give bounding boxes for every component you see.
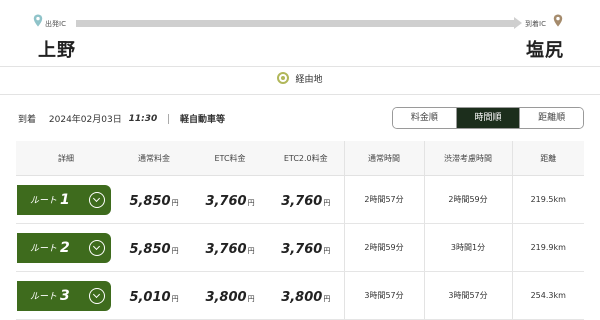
vehicle-type: 軽自動車等: [179, 115, 225, 125]
sort-tabs: 料金順 時間順 距離順: [392, 107, 584, 129]
route-label: ルート: [30, 244, 58, 254]
search-conditions: 到着 2024年02月03日 11:30 軽自動車等: [18, 112, 225, 125]
table-row: ルート 1 5,850円 3,760円 3,760円 2時間57分 2時間59分…: [16, 175, 584, 224]
currency-unit: 円: [171, 247, 179, 255]
sort-tab-price[interactable]: 料金順: [393, 108, 456, 128]
chevron-down-icon[interactable]: [89, 287, 105, 304]
currency-unit: 円: [323, 295, 331, 303]
route-1-button[interactable]: ルート 1: [17, 184, 111, 215]
route-3-button[interactable]: ルート 3: [17, 280, 111, 311]
via-point[interactable]: 経由地: [0, 72, 600, 85]
route-2-button[interactable]: ルート 2: [17, 232, 111, 263]
etc-fee: 3,760: [205, 242, 247, 257]
route-number: 3: [60, 287, 70, 304]
table-header-row: 詳細 通常料金 ETC料金 ETC2.0料金 通常時間 渋滞考慮時間 距離: [16, 141, 584, 176]
distance: 219.9km: [511, 223, 584, 272]
distance: 219.5km: [511, 175, 584, 224]
table-row: ルート 2 5,850円 3,760円 3,760円 2時間59分 3時間1分 …: [16, 223, 584, 272]
etc-fee: 3,800: [205, 290, 247, 305]
normal-time: 2時間59分: [343, 223, 424, 272]
distance: 254.3km: [511, 271, 584, 320]
via-point-icon: [277, 72, 290, 84]
condition-separator: [168, 113, 170, 124]
header-normal-fee: 通常料金: [116, 141, 192, 176]
normal-fee: 5,850: [129, 242, 171, 257]
header-jam-time: 渋滞考慮時間: [423, 141, 512, 176]
route-number: 1: [60, 191, 70, 208]
currency-unit: 円: [247, 247, 255, 255]
jam-time: 2時間59分: [423, 175, 512, 224]
arrival-mode: 到着: [18, 115, 37, 125]
currency-unit: 円: [171, 199, 179, 207]
normal-time: 3時間57分: [343, 271, 424, 320]
currency-unit: 円: [171, 295, 179, 303]
normal-fee: 5,010: [129, 290, 171, 305]
etc2-fee: 3,760: [281, 242, 323, 257]
end-city: 塩尻: [526, 40, 564, 61]
route-progress-bar: [76, 20, 516, 27]
currency-unit: 円: [323, 247, 331, 255]
currency-unit: 円: [247, 295, 255, 303]
chevron-down-icon[interactable]: [89, 191, 105, 208]
normal-time: 2時間57分: [343, 175, 424, 224]
sort-tab-time[interactable]: 時間順: [455, 108, 520, 128]
route-header: 出発IC 到着IC 上野 塩尻: [0, 0, 600, 66]
routes-table: 詳細 通常料金 ETC料金 ETC2.0料金 通常時間 渋滞考慮時間 距離 ルー…: [16, 141, 584, 320]
route-label: ルート: [30, 292, 58, 302]
sort-tab-distance[interactable]: 距離順: [519, 108, 583, 128]
table-row: ルート 3 5,010円 3,800円 3,800円 3時間57分 3時間57分…: [16, 271, 584, 320]
via-label: 経由地: [295, 75, 323, 85]
start-city: 上野: [38, 40, 76, 61]
header-etc-fee: ETC料金: [192, 141, 268, 176]
jam-time: 3時間1分: [423, 223, 512, 272]
currency-unit: 円: [323, 199, 331, 207]
header-distance: 距離: [511, 141, 584, 176]
start-ic-label: 出発IC: [45, 20, 66, 28]
etc-fee: 3,760: [205, 194, 247, 209]
header-divider: [0, 66, 600, 67]
via-divider: [0, 94, 600, 95]
search-time: 11:30: [128, 113, 158, 124]
route-number: 2: [60, 239, 70, 256]
start-pin-icon: [33, 14, 43, 27]
jam-time: 3時間57分: [423, 271, 512, 320]
etc2-fee: 3,800: [281, 290, 323, 305]
route-label: ルート: [30, 196, 58, 206]
header-normal-time: 通常時間: [343, 141, 424, 176]
end-ic-label: 到着IC: [525, 20, 546, 28]
search-date: 2024年02月03日: [48, 115, 122, 125]
route-arrow-icon: [514, 17, 522, 29]
currency-unit: 円: [247, 199, 255, 207]
chevron-down-icon[interactable]: [89, 239, 105, 256]
normal-fee: 5,850: [129, 194, 171, 209]
header-details: 詳細: [16, 141, 116, 176]
etc2-fee: 3,760: [281, 194, 323, 209]
end-pin-icon: [553, 14, 563, 27]
header-etc2-fee: ETC2.0料金: [268, 141, 344, 176]
